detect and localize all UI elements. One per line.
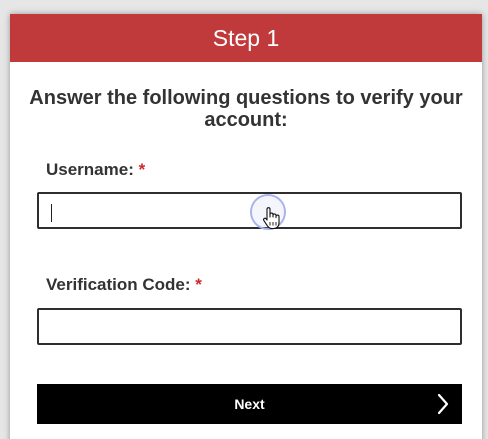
step-title: Step 1 [212,24,280,51]
verification-code-label: Verification Code: * [46,275,202,295]
step-header: Step 1 [10,14,482,62]
page: Step 1 Answer the following questions to… [0,0,488,439]
next-button-label: Next [234,396,265,412]
required-marker: * [138,160,146,179]
verification-panel: Step 1 Answer the following questions to… [10,14,482,439]
text-caret [51,204,52,222]
verification-code-input[interactable] [37,308,462,345]
chevron-right-icon [436,392,450,419]
hand-pointer-icon [262,206,280,235]
username-label: Username: * [46,160,145,180]
next-button[interactable]: Next [37,384,462,424]
verification-code-label-text: Verification Code: [46,275,191,294]
required-marker: * [195,275,202,294]
username-label-text: Username: [46,160,134,179]
instruction-text: Answer the following questions to verify… [29,87,463,131]
